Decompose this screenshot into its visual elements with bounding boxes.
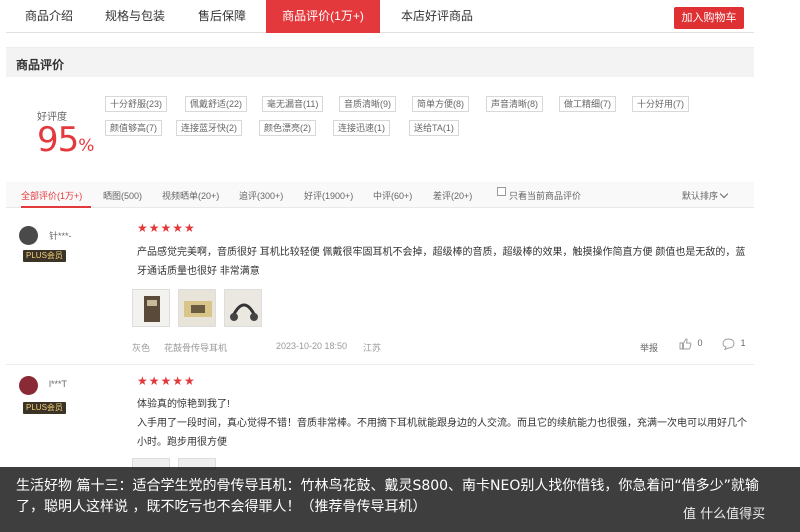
tab-reviews[interactable]: 商品评价(1万+) bbox=[266, 0, 380, 33]
comment-icon bbox=[722, 338, 735, 351]
only-current-checkbox[interactable] bbox=[497, 187, 506, 196]
sort-dropdown[interactable]: 默认排序 bbox=[682, 189, 729, 202]
review-image-thumb[interactable] bbox=[178, 289, 216, 327]
avatar bbox=[19, 376, 38, 395]
like-button[interactable]: 0 bbox=[679, 338, 703, 350]
review-image-thumb[interactable] bbox=[132, 289, 170, 327]
add-to-cart-button[interactable]: 加入购物车 bbox=[674, 7, 744, 29]
comment-button[interactable]: 1 bbox=[722, 338, 746, 351]
review-tag[interactable]: 简单方便(8) bbox=[412, 96, 469, 112]
review-time: 2023-10-20 18:50 bbox=[276, 341, 348, 351]
tab-shop-favorites[interactable]: 本店好评商品 bbox=[380, 0, 494, 33]
review-tag[interactable]: 做工精细(7) bbox=[559, 96, 616, 112]
product-box-image bbox=[179, 290, 215, 326]
plus-member-badge: PLUS会员 bbox=[23, 402, 66, 414]
rating-number: 95 bbox=[37, 120, 79, 160]
review-tag[interactable]: 颜值够高(7) bbox=[105, 120, 162, 136]
review-username: 针***- bbox=[49, 231, 72, 241]
review-tag[interactable]: 连接蓝牙快(2) bbox=[176, 120, 242, 136]
filter-video[interactable]: 视频晒单(20+) bbox=[162, 189, 219, 202]
review-tag[interactable]: 十分好用(7) bbox=[632, 96, 689, 112]
review-location: 江苏 bbox=[363, 343, 382, 353]
filter-all[interactable]: 全部评价(1万+) bbox=[21, 189, 82, 202]
site-watermark: 值 什么值得买 bbox=[683, 507, 766, 522]
headphone-image bbox=[225, 290, 261, 326]
like-count: 0 bbox=[697, 338, 703, 349]
filter-negative[interactable]: 差评(20+) bbox=[433, 189, 472, 202]
content-area: 商品介绍 规格与包装 售后保障 商品评价(1万+) 本店好评商品 加入购物车 商… bbox=[6, 0, 754, 532]
review-tag[interactable]: 连接迅速(1) bbox=[333, 120, 390, 136]
tab-specs[interactable]: 规格与包装 bbox=[92, 0, 178, 33]
review-tag[interactable]: 毫无漏音(11) bbox=[262, 96, 324, 112]
sort-label: 默认排序 bbox=[682, 191, 719, 201]
section-title: 商品评价 bbox=[16, 58, 65, 72]
review-tag[interactable]: 音质清晰(9) bbox=[339, 96, 396, 112]
review-color: 灰色 bbox=[132, 343, 151, 353]
star-rating: ★★★★★ bbox=[137, 374, 196, 388]
product-tabs: 商品介绍 规格与包装 售后保障 商品评价(1万+) 本店好评商品 加入购物车 bbox=[6, 0, 754, 33]
product-page: 商品介绍 规格与包装 售后保障 商品评价(1万+) 本店好评商品 加入购物车 商… bbox=[0, 0, 800, 532]
tab-service[interactable]: 售后保障 bbox=[178, 0, 266, 33]
chevron-down-icon bbox=[719, 189, 729, 199]
review-tag[interactable]: 声音清晰(8) bbox=[486, 96, 543, 112]
review-tag[interactable]: 送给TA(1) bbox=[409, 120, 459, 136]
only-current-label: 只看当前商品评价 bbox=[509, 191, 582, 201]
review-product: 花鼓骨传导耳机 bbox=[164, 343, 228, 353]
product-box-image bbox=[133, 290, 169, 326]
review-username: l***T bbox=[49, 379, 68, 389]
review-text: 入手用了一段时间，真心觉得不错！音质非常棒。不用摘下耳机就能跟身边的人交流。而且… bbox=[137, 418, 747, 448]
plus-member-badge: PLUS会员 bbox=[23, 250, 66, 262]
review-tag[interactable]: 十分舒服(23) bbox=[105, 96, 168, 112]
star-rating: ★★★★★ bbox=[137, 221, 196, 235]
filter-neutral[interactable]: 中评(60+) bbox=[373, 189, 412, 202]
thumbs-up-icon bbox=[679, 338, 692, 350]
filter-active-underline bbox=[21, 206, 91, 208]
section-header: 商品评价 bbox=[6, 47, 754, 77]
rating-unit: % bbox=[78, 136, 95, 156]
filter-positive[interactable]: 好评(1900+) bbox=[304, 189, 353, 202]
avatar bbox=[19, 226, 38, 245]
review-tag[interactable]: 佩戴舒适(22) bbox=[185, 96, 248, 112]
review-tag[interactable]: 颜色漂亮(2) bbox=[259, 120, 316, 136]
report-link[interactable]: 举报 bbox=[640, 341, 658, 354]
review-headline: 体验真的惊艳到我了! bbox=[137, 399, 230, 410]
comment-count: 1 bbox=[740, 338, 746, 349]
article-caption: 生活好物 篇十三：适合学生党的骨传导耳机：竹林鸟花鼓、戴灵S800、南卡NEO别… bbox=[0, 467, 800, 532]
filter-with-images[interactable]: 晒图(500) bbox=[103, 189, 142, 202]
review-text: 产品感觉完美啊，音质很好 耳机比较轻便 佩戴很牢固耳机不会掉，超级棒的音质，超级… bbox=[137, 247, 746, 277]
rating-value: 95% bbox=[37, 120, 94, 160]
review-divider bbox=[6, 364, 754, 365]
review-image-thumb[interactable] bbox=[224, 289, 262, 327]
filter-followup[interactable]: 追评(300+) bbox=[239, 189, 283, 202]
tab-intro[interactable]: 商品介绍 bbox=[6, 0, 92, 33]
